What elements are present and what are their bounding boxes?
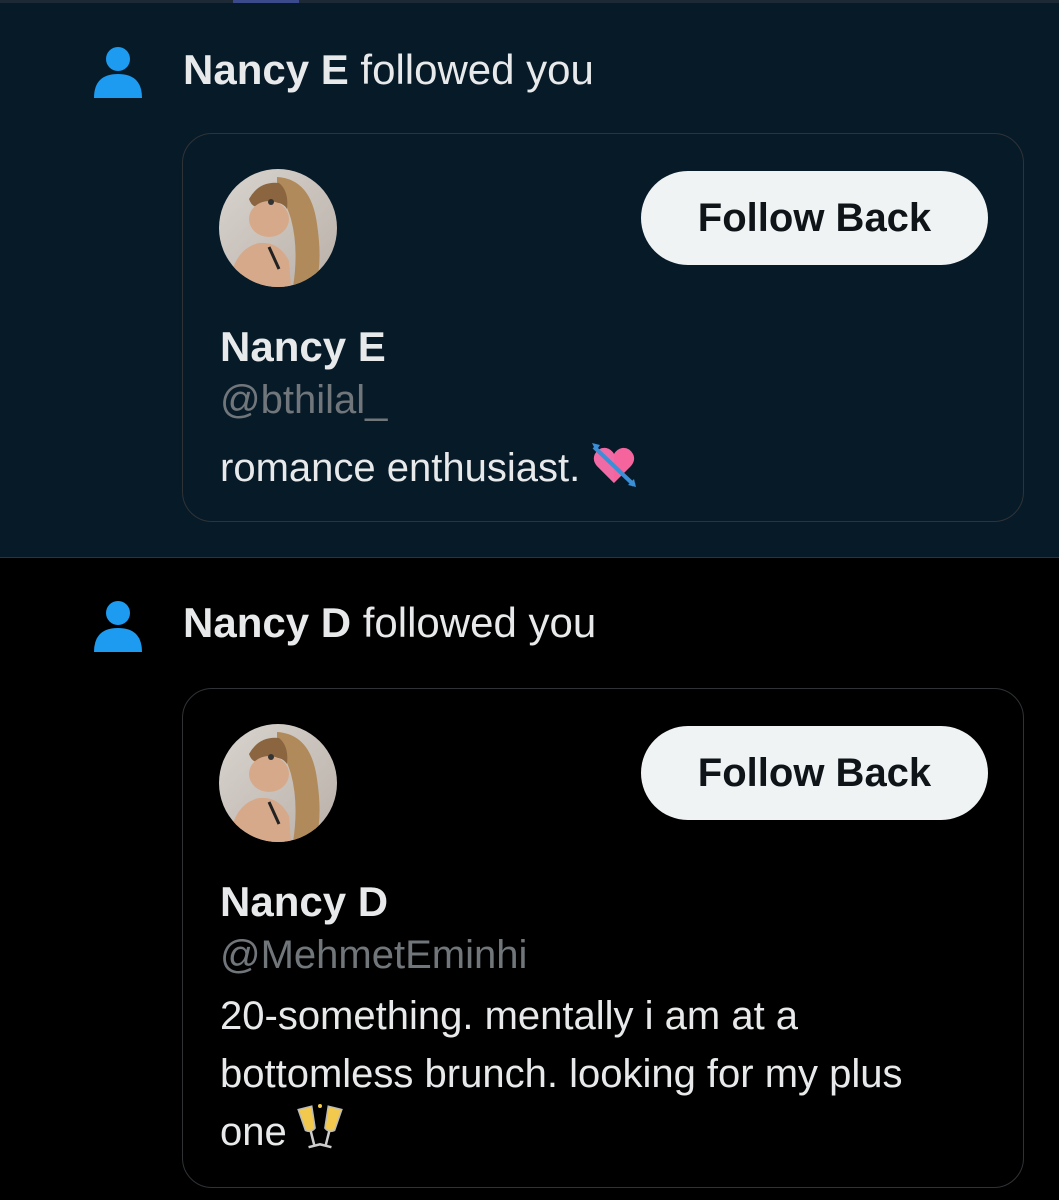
display-name[interactable]: Nancy E bbox=[220, 323, 386, 371]
notification-item[interactable]: Nancy E followed you Follow Back Nancy E… bbox=[0, 3, 1059, 557]
clinking-glasses-emoji bbox=[296, 1103, 343, 1169]
avatar-photo bbox=[219, 169, 337, 287]
user-card[interactable]: Follow Back Nancy E @bthilal_ romance en… bbox=[182, 133, 1024, 522]
notifications-feed: Nancy E followed you Follow Back Nancy E… bbox=[0, 0, 1059, 1200]
user-bio: 20-something. mentally i am at a bottoml… bbox=[220, 987, 980, 1169]
person-icon bbox=[94, 47, 142, 98]
bio-text: romance enthusiast. bbox=[220, 446, 581, 490]
avatar[interactable] bbox=[219, 724, 337, 842]
follow-back-button[interactable]: Follow Back bbox=[641, 726, 988, 820]
display-name[interactable]: Nancy D bbox=[220, 878, 388, 926]
follower-name[interactable]: Nancy D bbox=[183, 599, 351, 646]
notification-item[interactable]: Nancy D followed you Follow Back Nancy D… bbox=[0, 558, 1059, 1200]
notification-headline: Nancy D followed you bbox=[183, 599, 596, 647]
avatar[interactable] bbox=[219, 169, 337, 287]
follow-back-button[interactable]: Follow Back bbox=[641, 171, 988, 265]
heart-with-arrow-emoji bbox=[590, 441, 638, 505]
avatar-photo bbox=[219, 724, 337, 842]
notification-headline: Nancy E followed you bbox=[183, 46, 594, 94]
notification-action: followed you bbox=[360, 46, 594, 93]
notification-action: followed you bbox=[362, 599, 597, 646]
person-icon bbox=[94, 601, 142, 652]
user-handle[interactable]: @bthilal_ bbox=[220, 377, 387, 423]
user-bio: romance enthusiast. bbox=[220, 439, 980, 505]
user-handle[interactable]: @MehmetEminhi bbox=[220, 932, 527, 978]
user-card[interactable]: Follow Back Nancy D @MehmetEminhi 20-som… bbox=[182, 688, 1024, 1188]
follower-name[interactable]: Nancy E bbox=[183, 46, 349, 93]
